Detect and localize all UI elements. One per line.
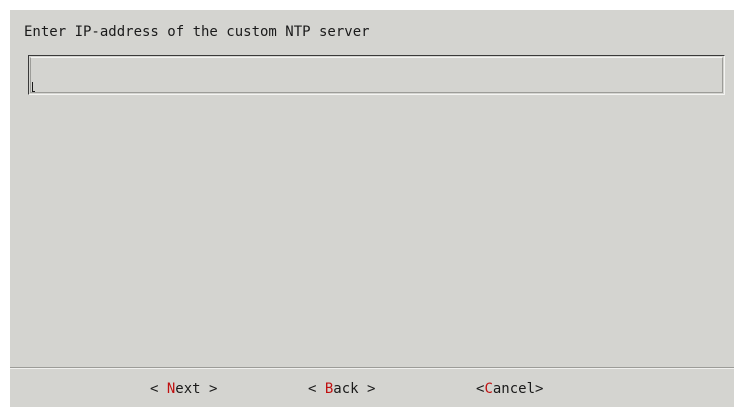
back-button-close: >	[358, 381, 376, 397]
text-cursor	[32, 82, 35, 92]
cancel-button-hotkey: C	[484, 381, 493, 397]
next-button-open: <	[150, 381, 167, 397]
next-button-label: ext	[175, 381, 201, 397]
next-button-close: >	[200, 381, 218, 397]
cancel-button[interactable]: <Cancel>	[476, 379, 543, 399]
next-button[interactable]: < Next >	[150, 379, 217, 399]
back-button-label: ack	[333, 381, 359, 397]
button-bar: < Next > < Back > <Cancel>	[10, 369, 734, 407]
ip-address-field[interactable]	[28, 55, 725, 95]
back-button[interactable]: < Back >	[308, 379, 375, 399]
ntp-server-dialog: Enter IP-address of the custom NTP serve…	[10, 10, 734, 407]
cancel-button-close: >	[535, 381, 544, 397]
cancel-button-label: ancel	[492, 381, 536, 397]
prompt-label: Enter IP-address of the custom NTP serve…	[24, 24, 370, 40]
back-button-open: <	[308, 381, 325, 397]
ip-address-input[interactable]	[35, 62, 695, 84]
